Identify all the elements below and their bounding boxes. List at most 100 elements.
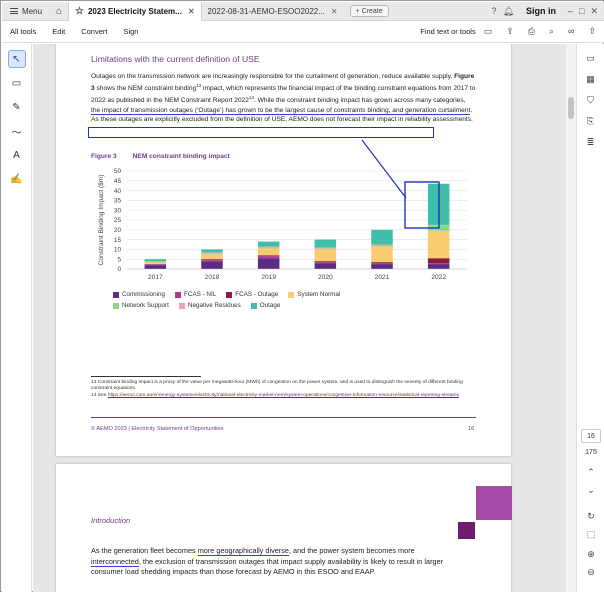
bar-segment — [201, 252, 223, 254]
all-tools-button[interactable]: All tools — [2, 27, 44, 36]
y-tick-label: 0 — [117, 266, 121, 273]
footnotes: 13 Constraint binding impact is a proxy … — [91, 380, 476, 399]
right-tool-rail: ▭ ▦ ⛉ ⎘ ≣ 16 175 ⌃ ⌄ ↻ ⬚ ⊕ ⊖ — [576, 44, 604, 592]
pdf-page-16: Limitations with the current definition … — [56, 44, 511, 456]
fit-page-icon[interactable]: ⬚ — [581, 529, 601, 540]
legend-label: FCAS - NIL — [184, 291, 217, 298]
print-icon[interactable]: ⎙ — [528, 26, 535, 37]
notification-icon[interactable]: 🔔︎ — [503, 6, 514, 17]
bar-segment — [257, 258, 280, 269]
thumbnails-icon[interactable]: ▦ — [582, 72, 600, 86]
upload-icon[interactable]: ⇪ — [506, 26, 514, 37]
legend-swatch — [175, 291, 182, 298]
underlined-text: more geographically diverse — [197, 546, 289, 556]
bar-segment — [314, 263, 337, 269]
edit-button[interactable]: Edit — [44, 27, 73, 36]
bar-segment — [371, 263, 393, 265]
y-tick-label: 40 — [114, 188, 122, 195]
sign-button[interactable]: Sign — [115, 27, 146, 36]
chevron-down-icon[interactable]: ⌄ — [581, 485, 601, 496]
legend-label: Commissioning — [122, 291, 166, 298]
y-tick-label: 25 — [114, 217, 122, 224]
legend-item: System Normal — [288, 291, 340, 298]
y-tick-label: 50 — [114, 168, 122, 175]
footnote-link[interactable]: https://aemo.com.au/en/energy-systems/el… — [108, 393, 459, 398]
comment-icon[interactable]: ▭ — [8, 74, 26, 92]
bar-segment — [257, 247, 280, 249]
legend-label: System Normal — [297, 291, 341, 298]
find-text-search[interactable]: Find text or tools — [420, 27, 475, 36]
star-icon[interactable]: ☆ — [75, 6, 84, 17]
vertical-scrollbar[interactable] — [566, 44, 576, 592]
search-icon[interactable]: ⌕ — [549, 26, 554, 37]
close-icon[interactable]: ✕ — [188, 7, 195, 16]
create-label: Create — [361, 7, 383, 15]
tab-electricity-statement[interactable]: ☆ 2023 Electricity Statem... ✕ — [68, 1, 202, 21]
tab-bar: Menu ⌂ ☆ 2023 Electricity Statem... ✕ 20… — [2, 1, 604, 21]
tab-esoo-2022[interactable]: 2022-08-31-AEMO-ESOO2022... ✕ — [202, 2, 344, 21]
current-page-input[interactable]: 16 — [581, 429, 601, 443]
bar-segment — [371, 244, 393, 246]
page-footer-left: © AEMO 2023 | Electricity Statement of O… — [91, 426, 224, 432]
attachment-icon[interactable]: ⎘ — [582, 114, 600, 128]
bar-segment — [201, 260, 223, 262]
chevron-up-icon[interactable]: ⌃ — [581, 467, 601, 478]
bar-segment — [427, 183, 450, 225]
x-tick-label: 2019 — [261, 274, 276, 281]
select-tool-icon[interactable]: ↖ — [7, 50, 26, 68]
x-tick-label: 2017 — [148, 274, 163, 281]
bar-segment — [427, 258, 450, 264]
tab-bar-right: ? 🔔︎ Sign in – □ ✕ — [492, 6, 604, 17]
share-icon[interactable]: ⇧ — [588, 26, 596, 37]
bar-segment — [427, 264, 450, 269]
home-icon[interactable]: ⌂ — [50, 6, 68, 17]
y-tick-label: 10 — [114, 247, 122, 254]
zoom-out-icon[interactable]: ⊖ — [581, 567, 601, 578]
y-tick-label: 45 — [114, 178, 122, 185]
bar-segment — [257, 241, 280, 247]
close-window-icon[interactable]: ✕ — [590, 6, 598, 17]
link-icon[interactable]: ∞ — [568, 26, 574, 37]
document-viewport[interactable]: Limitations with the current definition … — [33, 44, 566, 592]
legend-swatch — [178, 302, 185, 309]
text-box-icon[interactable]: A — [8, 146, 26, 164]
bar-segment — [314, 247, 337, 249]
pen-icon[interactable]: ✎ — [8, 98, 26, 116]
signature-icon[interactable]: ✍ — [8, 170, 26, 188]
comments-panel-icon[interactable]: ▭ — [582, 51, 600, 65]
legend-label: FCAS - Outage — [235, 291, 279, 298]
total-pages: 175 — [585, 449, 597, 456]
save-icon[interactable]: ▭ — [484, 26, 493, 37]
convert-button[interactable]: Convert — [73, 27, 115, 36]
legend-swatch — [226, 291, 233, 298]
freehand-icon[interactable]: 〜 — [8, 122, 26, 140]
bar-segment — [144, 261, 167, 263]
layers-icon[interactable]: ≣ — [582, 135, 600, 149]
y-tick-label: 15 — [114, 237, 122, 244]
y-tick-label: 5 — [117, 256, 121, 263]
maximize-icon[interactable]: □ — [579, 6, 584, 16]
y-tick-label: 35 — [114, 198, 122, 205]
footer-rule — [91, 417, 476, 418]
refresh-icon[interactable]: ↻ — [581, 511, 601, 522]
bar-segment — [427, 224, 450, 226]
scrollbar-thumb[interactable] — [568, 97, 574, 119]
help-icon[interactable]: ? — [492, 6, 497, 16]
create-button[interactable]: + Create — [349, 5, 389, 17]
decorative-block — [458, 522, 475, 539]
figure-title: Figure 3 NEM constraint binding impact — [91, 153, 230, 160]
bookmark-icon[interactable]: ⛉ — [582, 93, 600, 107]
bar-segment — [201, 254, 223, 260]
zoom-in-icon[interactable]: ⊕ — [581, 549, 601, 560]
bar-segment — [371, 229, 393, 245]
sign-in-button[interactable]: Sign in — [526, 6, 556, 16]
bar-segment — [314, 248, 337, 250]
legend-swatch — [250, 302, 257, 309]
legend-swatch — [113, 291, 119, 298]
legend-label: Outage — [259, 302, 281, 309]
legend-item: Outage — [250, 302, 281, 309]
minimize-icon[interactable]: – — [568, 6, 573, 16]
close-icon[interactable]: ✕ — [331, 7, 338, 16]
menu-button[interactable]: Menu — [2, 2, 50, 21]
bar-segment — [314, 239, 337, 248]
